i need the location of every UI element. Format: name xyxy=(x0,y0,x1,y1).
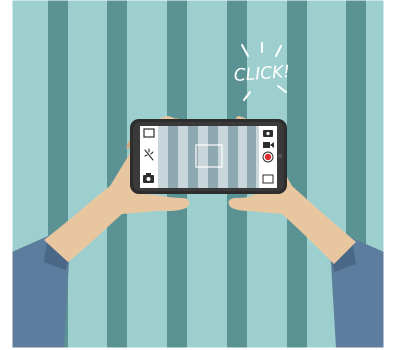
record-icon[interactable] xyxy=(262,151,274,163)
click-caption: CLICK! xyxy=(233,62,290,86)
phone-speaker xyxy=(278,154,282,158)
menu-icon[interactable] xyxy=(262,174,274,184)
switch-camera-icon[interactable] xyxy=(263,130,273,137)
selfie-illustration: CLICK! xyxy=(0,0,396,350)
